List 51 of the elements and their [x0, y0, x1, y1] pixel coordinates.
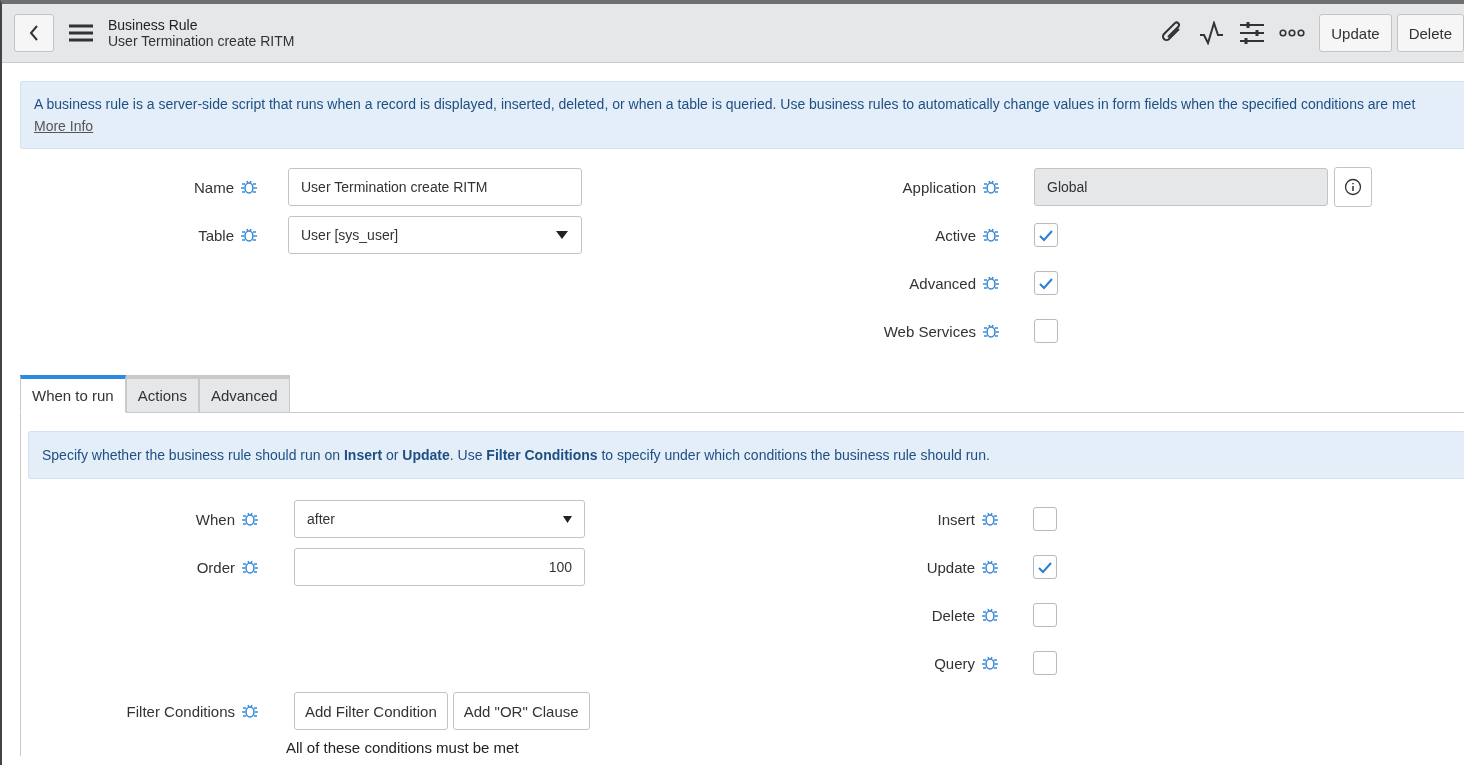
menu-icon[interactable] — [68, 23, 94, 43]
field-label: Web Services — [883, 322, 976, 340]
field-label: Update — [926, 558, 975, 576]
record-name: User Termination create RITM — [108, 33, 296, 49]
field-label: Query — [934, 654, 975, 672]
text-field[interactable]: User Termination create RITM — [288, 168, 582, 206]
checkbox[interactable] — [1033, 603, 1057, 627]
readonly-field: Global — [1034, 168, 1328, 206]
field-label: Filter Conditions — [126, 702, 235, 720]
field-label: Table — [198, 226, 234, 244]
checkbox[interactable] — [1034, 319, 1058, 343]
tab[interactable]: When to run — [20, 375, 126, 413]
check-icon — [1038, 228, 1054, 242]
check-icon — [1038, 276, 1054, 290]
back-icon — [29, 24, 39, 42]
conditions-note: All of these conditions must be met — [286, 739, 520, 756]
sliders-icon[interactable] — [1239, 21, 1266, 45]
more-info-link[interactable]: More Info — [34, 115, 94, 137]
checkbox[interactable] — [1033, 507, 1057, 531]
tab[interactable]: Actions — [125, 375, 199, 413]
select-field[interactable]: User [sys_user] — [288, 216, 582, 254]
field-label: Application — [902, 178, 976, 196]
number-field[interactable]: 100 — [294, 548, 585, 586]
check-icon — [1037, 560, 1053, 574]
caret-icon — [555, 230, 569, 240]
field-label: When — [195, 510, 235, 528]
header-button[interactable]: Update — [1319, 14, 1392, 52]
field-label: Order — [196, 558, 235, 576]
field-label: Name — [194, 178, 234, 196]
activity-icon[interactable] — [1199, 21, 1226, 45]
checkbox[interactable] — [1034, 223, 1058, 247]
form-title: Business Rule — [108, 17, 199, 33]
more-icon[interactable] — [1279, 29, 1306, 37]
field-label: Insert — [937, 510, 975, 528]
info-button[interactable] — [1334, 167, 1372, 207]
back-button[interactable] — [14, 14, 54, 52]
field-label: Advanced — [909, 274, 976, 292]
select-field[interactable]: after — [294, 500, 585, 538]
info-text: A business rule is a server-side script that runs when a record is displayed, inserted, deleted, or when a table is queried. Use business rules to automatically change values in form fields when the specified conditions are met — [34, 95, 1417, 114]
tab[interactable]: Advanced — [198, 375, 290, 413]
checkbox[interactable] — [1033, 555, 1057, 579]
info-text: Specify whether the business rule should run on Insert or Update. Use Filter Conditions to specify under which conditions the business rule should run. — [42, 446, 991, 465]
info-icon — [1344, 178, 1362, 196]
header-button[interactable]: Delete — [1396, 14, 1464, 52]
field-label: Active — [935, 226, 976, 244]
filter-button[interactable]: Add "OR" Clause — [452, 692, 590, 730]
field-label: Delete — [931, 606, 975, 624]
checkbox[interactable] — [1034, 271, 1058, 295]
filter-button[interactable]: Add Filter Condition — [294, 692, 448, 730]
caret-icon — [563, 515, 572, 523]
checkbox[interactable] — [1033, 651, 1057, 675]
